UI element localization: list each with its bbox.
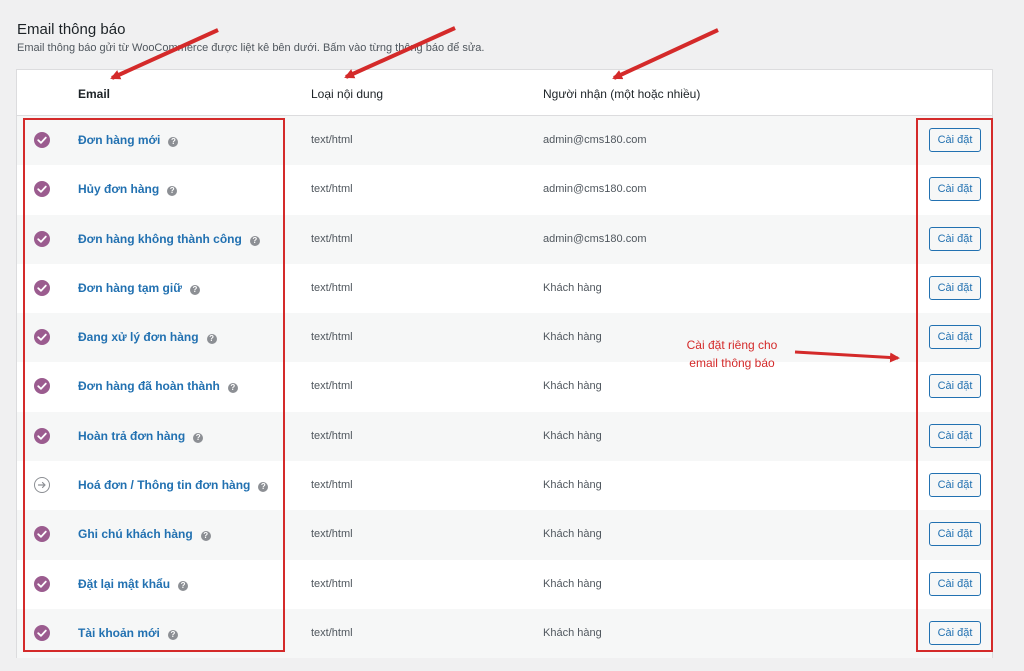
arrow-to-setup-buttons	[794, 350, 900, 363]
arrow-to-content-type-column	[344, 26, 456, 79]
annotation-line-1: Cài đặt riêng cho	[686, 338, 778, 352]
annotation-text: Cài đặt riêng cho email thông báo	[664, 336, 800, 372]
arrow-to-recipient-column	[612, 28, 719, 80]
arrow-to-email-column	[110, 28, 219, 80]
annotation-line-2: email thông báo	[689, 356, 775, 370]
annotation-arrows	[110, 26, 900, 363]
